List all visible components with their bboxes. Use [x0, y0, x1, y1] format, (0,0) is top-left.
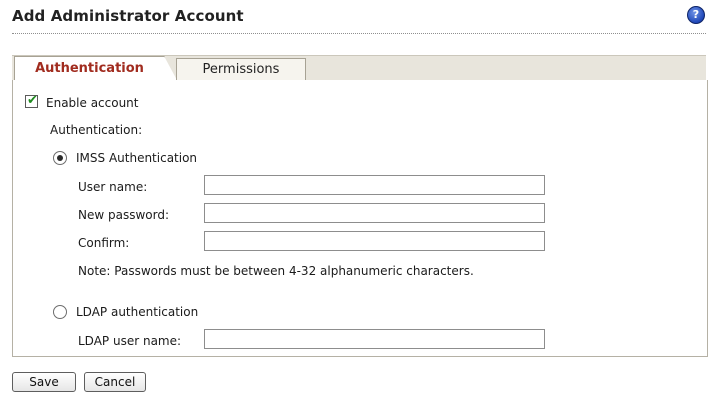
ldap-authentication-radio[interactable]: [53, 305, 67, 319]
tab-bar: Authentication Permissions: [12, 55, 706, 82]
new-password-input[interactable]: [204, 203, 545, 223]
tab-permissions[interactable]: Permissions: [176, 58, 306, 81]
enable-account-label: Enable account: [46, 96, 139, 110]
user-name-input[interactable]: [204, 175, 545, 195]
ldap-user-name-label: LDAP user name:: [78, 334, 182, 348]
confirm-password-label: Confirm:: [78, 236, 130, 250]
tab-authentication[interactable]: Authentication: [14, 56, 178, 82]
save-button[interactable]: Save: [12, 372, 76, 392]
new-password-label: New password:: [78, 208, 170, 222]
page-title: Add Administrator Account: [12, 7, 244, 25]
user-name-label: User name:: [78, 180, 148, 194]
check-mark-icon: ✔: [27, 93, 38, 108]
imss-authentication-label: IMSS Authentication: [76, 151, 198, 165]
help-icon[interactable]: ?: [687, 6, 705, 24]
password-note: Note: Passwords must be between 4-32 alp…: [78, 264, 474, 278]
confirm-password-input[interactable]: [204, 231, 545, 251]
ldap-user-name-input[interactable]: [204, 329, 545, 349]
ldap-authentication-label: LDAP authentication: [76, 305, 199, 319]
title-divider: [12, 33, 706, 34]
authentication-heading: Authentication:: [50, 123, 143, 137]
imss-authentication-radio[interactable]: [53, 151, 67, 165]
cancel-button[interactable]: Cancel: [84, 372, 146, 392]
enable-account-checkbox[interactable]: ✔: [25, 93, 38, 108]
